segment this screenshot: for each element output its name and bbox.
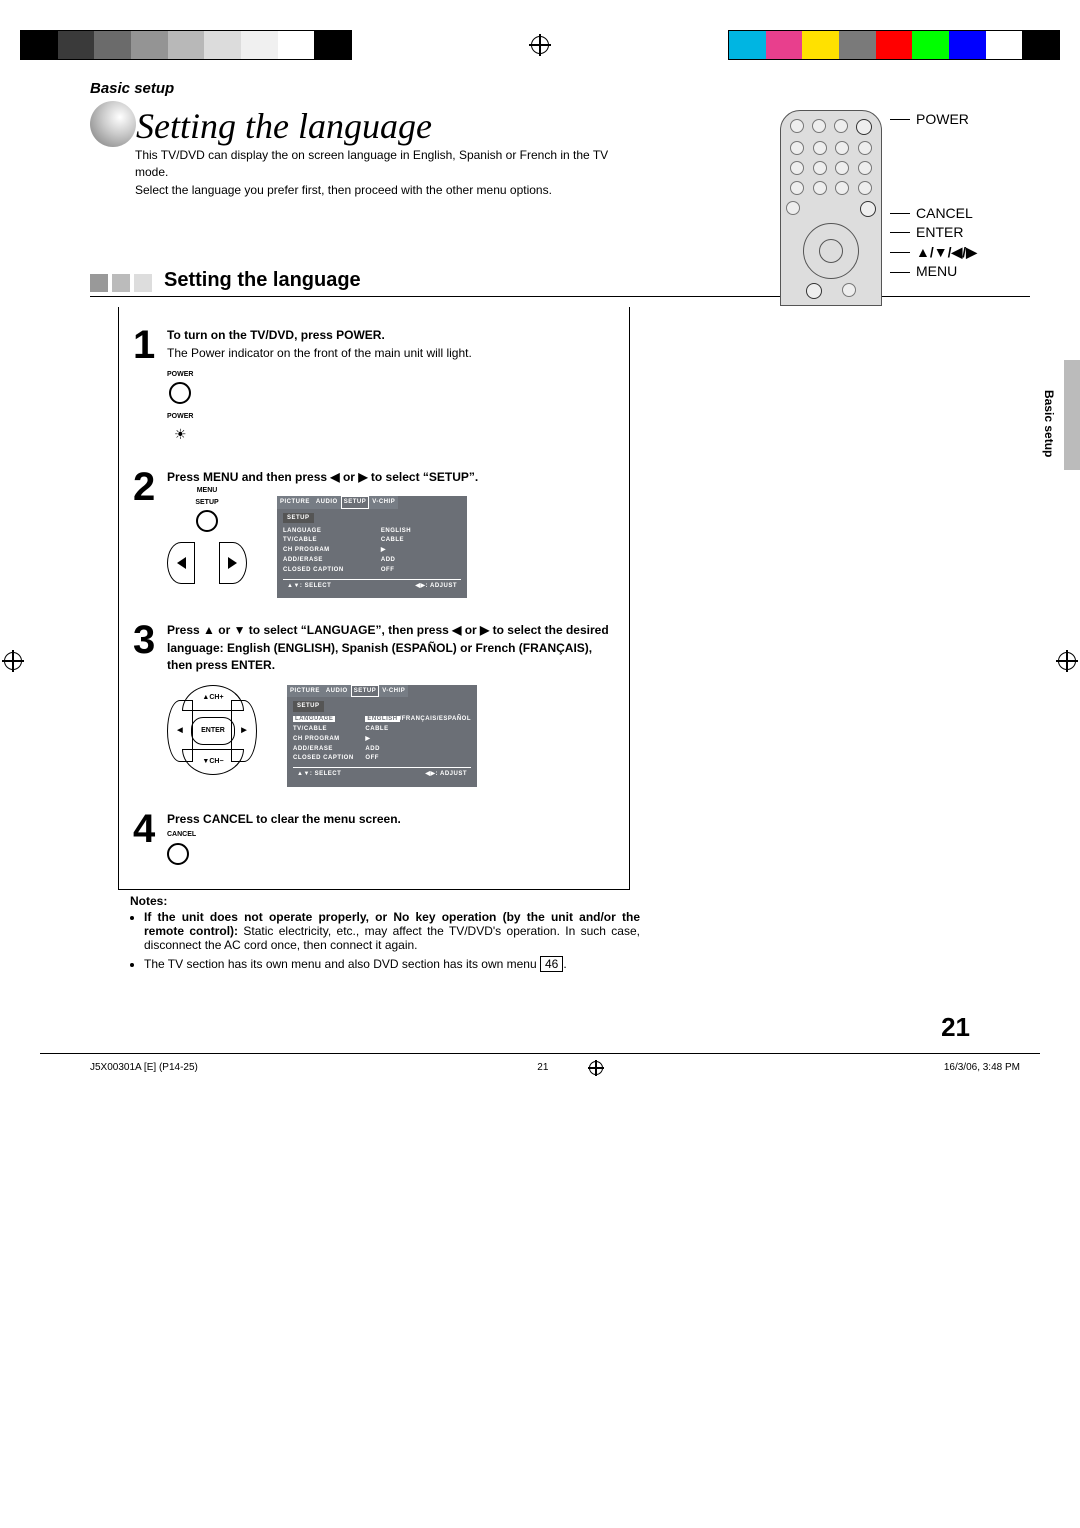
footer: J5X00301A [E] (P14-25) 21 16/3/06, 3:48 … [0,1054,1080,1096]
step-1: 1 To turn on the TV/DVD, press POWER. Th… [119,327,629,468]
intro-line-1: This TV/DVD can display the on screen la… [135,147,615,182]
color-strip-right [728,30,1060,60]
step1-head: To turn on the TV/DVD, press POWER. [167,328,385,342]
step2-head-c: to select “SETUP”. [371,470,478,484]
cancel-button-icon [167,843,189,865]
notes-heading: Notes: [130,894,167,908]
left-chev-icon [167,542,195,584]
page-ref-box: 46 [540,956,563,972]
dpad-enter-icon: ENTER [191,717,235,745]
step4-head: Press CANCEL to clear the menu screen. [167,812,401,826]
page-number: 21 [90,1012,1030,1043]
osd-heading: SETUP [293,701,324,712]
registration-marks [0,0,1080,60]
osd-tab: PICTURE [287,685,323,698]
menu-button-label: MENU [167,486,247,496]
step-number: 1 [133,327,167,444]
step3-head: Press ▲ or ▼ to select “LANGUAGE”, then … [167,623,609,672]
triangle-right-icon: ▶ [358,470,367,484]
remote-label-cancel: CANCEL [916,204,973,224]
step-number: 3 [133,622,167,787]
remote-callout: POWER CANCEL ENTER ▲/▼/◀/▶ MENU [780,110,1020,306]
osd-tab: V-CHIP [379,685,408,698]
side-tab-background [1064,360,1080,470]
triangle-left-icon: ◀ [330,470,339,484]
footer-left: J5X00301A [E] (P14-25) [90,1062,198,1073]
registration-cross-bottom [588,1060,604,1076]
color-strip-left [20,30,352,60]
right-chev-icon [219,542,247,584]
cancel-button-label: CANCEL [167,830,615,840]
osd-heading: SETUP [283,513,314,524]
intro-line-2: Select the language you prefer first, th… [135,182,615,199]
step1-body: The Power indicator on the front of the … [167,346,472,360]
setup-button-label: SETUP [167,498,247,508]
menu-icon [806,283,822,299]
osd-tab: PICTURE [277,496,313,509]
footer-right: 16/3/06, 3:48 PM [944,1062,1020,1073]
osd-tab: AUDIO [313,496,341,509]
title-swirl-icon [90,101,136,147]
side-tab: Basic setup [1042,390,1056,457]
step-2: 2 Press MENU and then press ◀ or ▶ to se… [119,469,629,623]
step-3: 3 Press ▲ or ▼ to select “LANGUAGE”, the… [119,622,629,811]
note-2-a: The TV section has its own menu and also… [144,957,540,971]
osd-setup-screenshot: PICTURE AUDIO SETUP V-CHIP SETUP LANGUAG… [277,496,467,599]
steps-box: 1 To turn on the TV/DVD, press POWER. Th… [118,307,630,889]
dpad-left-icon: ◀ [167,700,193,762]
power-icon [856,119,872,135]
subtitle: Setting the language [164,269,361,292]
osd-tab: V-CHIP [369,496,398,509]
osd-tab-active: SETUP [341,496,370,509]
osd-tab: AUDIO [323,685,351,698]
dpad-icon [803,223,859,279]
step2-head-a: Press MENU and then press [167,470,330,484]
page-title: Setting the language [136,105,432,147]
power-button-label-2: POWER [167,412,193,422]
registration-cross-top [529,34,551,56]
osd-language-screenshot: PICTURE AUDIO SETUP V-CHIP SETUP LANGUAG… [287,685,477,788]
power-button-label: POWER [167,370,193,380]
step-number: 2 [133,469,167,599]
power-button-icon [169,382,191,404]
section-tag: Basic setup [90,80,1030,97]
step-4: 4 Press CANCEL to clear the menu screen.… [119,811,629,869]
osd-tab-active: SETUP [351,685,380,698]
remote-label-power: POWER [916,110,969,130]
remote-label-enter: ENTER [916,223,963,243]
menu-button-icon [196,510,218,532]
remote-label-arrows: ▲/▼/◀/▶ [916,243,977,263]
light-icon: ☀︎ [174,424,187,444]
dpad-illustration: ▲CH+ ▼CH− ◀ ▶ ENTER [167,685,257,775]
remote-label-menu: MENU [916,262,957,282]
footer-center: 21 [537,1062,548,1073]
note-2-b: . [563,957,566,971]
step-number: 4 [133,811,167,865]
remote-illustration [780,110,882,306]
step2-head-b: or [343,470,358,484]
cancel-icon [860,201,876,217]
notes: Notes: If the unit does not operate prop… [130,894,640,972]
